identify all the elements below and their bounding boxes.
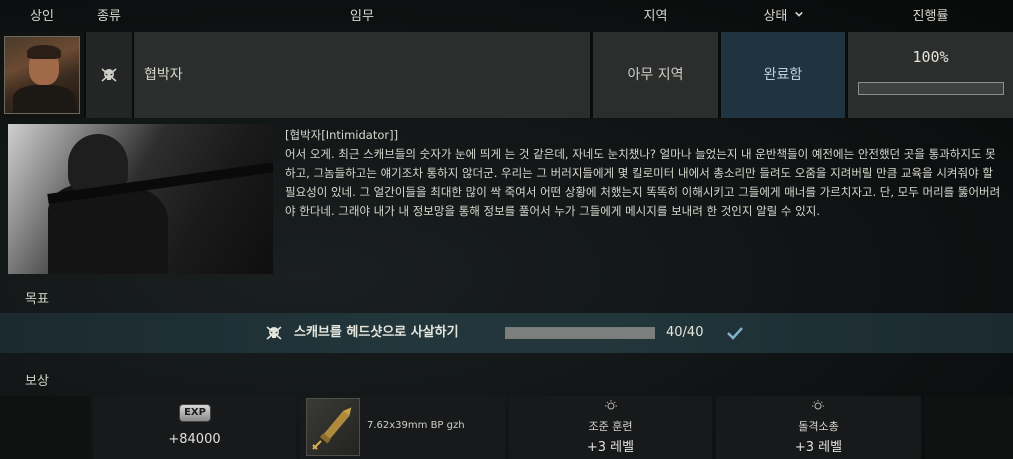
chevron-down-icon (794, 11, 803, 17)
quest-name: 협박자 (144, 67, 183, 83)
quest-progress-cell: 100% (848, 32, 1013, 118)
reward-item[interactable]: 7.62x39mm BP gzh (300, 396, 505, 459)
objectives-label: 목표 (25, 292, 49, 307)
header-trader-label: 상인 (30, 9, 54, 24)
reward-exp: EXP +84000 (93, 396, 296, 459)
header-mission[interactable]: 임무 (134, 0, 590, 32)
header-status-label: 상태 (763, 9, 788, 24)
quest-location: 아무 지역 (627, 67, 684, 83)
skull-icon (101, 68, 117, 82)
header-location[interactable]: 지역 (593, 0, 718, 32)
rewards-row: EXP +84000 7.62x39mm BP gzh 조준 훈련 +3 레벨 … (0, 396, 1013, 459)
quest-name-cell: 협박자 (134, 32, 590, 118)
header-progress-label: 진행률 (912, 9, 949, 24)
reward-skill-name: 돌격소총 (798, 420, 839, 433)
ammo-icon (306, 398, 360, 456)
trader-cell (0, 32, 84, 118)
quest-table-header: 상인 종류 임무 지역 상태 진행률 (0, 0, 1013, 32)
lightbulb-icon (605, 400, 617, 410)
objective-text: 스캐브를 헤드샷으로 사살하기 (294, 325, 459, 340)
objective-progress-fill (506, 328, 654, 338)
rewards-spacer-left (0, 396, 90, 459)
quest-description: [협박자[Intimidator]] 어서 오게. 최근 스캐브들의 숫자가 눈… (285, 126, 1003, 221)
reward-skill-aim: 조준 훈련 +3 레벨 (509, 396, 712, 459)
header-mission-label: 임무 (350, 9, 374, 24)
skull-icon (266, 326, 282, 340)
header-trader[interactable]: 상인 (0, 0, 84, 32)
objective-row: 스캐브를 헤드샷으로 사살하기 40/40 (0, 313, 1013, 353)
quest-description-title: [협박자[Intimidator]] (285, 128, 399, 142)
header-status[interactable]: 상태 (721, 0, 845, 32)
reward-exp-value: +84000 (168, 432, 221, 447)
reward-skill-assault-rifle: 돌격소총 +3 레벨 (716, 396, 921, 459)
reward-skill-level: +3 레벨 (586, 440, 635, 455)
quest-image (8, 124, 273, 274)
trader-avatar (4, 36, 80, 114)
quest-row[interactable]: 협박자 아무 지역 완료함 100% (0, 32, 1013, 118)
header-progress[interactable]: 진행률 (848, 0, 1013, 32)
quest-status-cell: 완료함 (721, 32, 845, 118)
objective-count: 40/40 (666, 325, 704, 340)
lightbulb-icon (812, 400, 824, 410)
rewards-spacer-right (925, 396, 1013, 459)
quest-details: [협박자[Intimidator]] 어서 오게. 최근 스캐브들의 숫자가 눈… (0, 118, 1013, 459)
quest-location-cell: 아무 지역 (593, 32, 718, 118)
quest-progress-fill (859, 83, 1003, 94)
checkmark-icon (727, 327, 743, 340)
quest-progress-bar (858, 82, 1004, 95)
exp-badge: EXP (179, 404, 211, 422)
header-location-label: 지역 (643, 9, 668, 24)
quest-type-cell (86, 32, 132, 118)
reward-item-name: 7.62x39mm BP gzh (367, 420, 465, 431)
rewards-label: 보상 (25, 374, 49, 389)
reward-skill-name: 조준 훈련 (588, 420, 633, 433)
objective-progress-bar (505, 327, 655, 339)
header-type-label: 종류 (97, 9, 121, 24)
header-type[interactable]: 종류 (86, 0, 132, 32)
quest-description-text: 어서 오게. 최근 스캐브들의 숫자가 눈에 띄게 는 것 같은데, 자네도 눈… (285, 147, 1001, 218)
quest-status: 완료함 (763, 67, 803, 83)
quest-progress-text: 100% (912, 48, 949, 66)
reward-skill-level: +3 레벨 (794, 440, 843, 455)
